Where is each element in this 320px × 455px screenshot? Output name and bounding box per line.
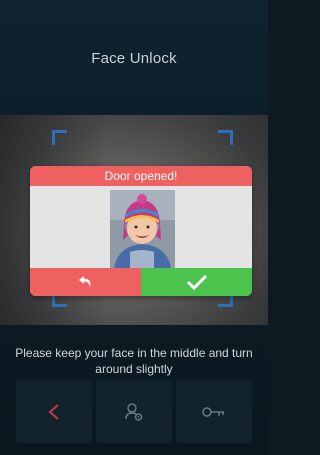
back-chevron-icon xyxy=(48,404,59,420)
face-unlock-screen: Face Unlock Please keep your face in the… xyxy=(0,0,268,455)
back-button[interactable] xyxy=(16,381,92,443)
face-frame-corner-top-right xyxy=(218,130,233,145)
key-icon xyxy=(202,407,224,417)
face-frame-corner-top-left xyxy=(52,130,67,145)
instruction-line-1: Please keep your face in the middle and … xyxy=(15,346,253,360)
undo-arrow-icon xyxy=(78,276,90,287)
user-settings-icon xyxy=(125,403,143,421)
dialog-confirm-button[interactable] xyxy=(141,268,252,296)
key-button[interactable] xyxy=(176,381,252,443)
user-settings-button[interactable] xyxy=(96,381,172,443)
bottom-action-bar xyxy=(16,381,252,443)
page-title: Face Unlock xyxy=(91,50,177,67)
instruction-text: Please keep your face in the middle and … xyxy=(0,345,268,377)
child-photo-image xyxy=(110,190,175,268)
dialog-back-button[interactable] xyxy=(30,268,141,296)
dialog-title: Door opened! xyxy=(30,166,252,186)
door-opened-dialog: Door opened! xyxy=(30,166,252,296)
dialog-actions xyxy=(30,268,252,296)
captured-face-photo xyxy=(110,190,175,268)
checkmark-icon xyxy=(186,274,207,290)
instruction-line-2: around slightly xyxy=(95,362,173,376)
